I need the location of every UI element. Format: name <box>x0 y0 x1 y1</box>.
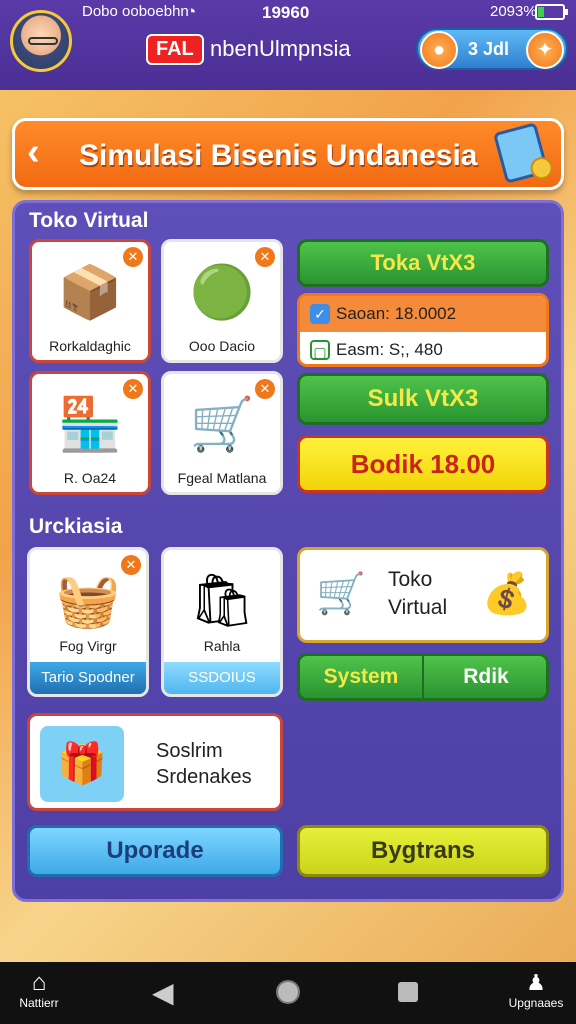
nav-home-label: Nattierr <box>19 996 59 1010</box>
rdik-button[interactable]: Rdik <box>426 656 546 698</box>
add-coins-icon[interactable]: ✦ <box>526 31 564 69</box>
stats-row-text: Easm: S;, 480 <box>336 340 443 359</box>
check-icon: ✓ <box>310 304 330 324</box>
toko-button[interactable]: Toka VtX3 <box>297 239 549 287</box>
coins-stack-icon: 💰 <box>482 572 532 616</box>
sulk-button[interactable]: Sulk VtX3 <box>297 373 549 425</box>
section-title-toko: Toko Virtual <box>29 209 149 232</box>
store-card-line: Virtual <box>388 596 448 619</box>
bygtrans-button[interactable]: Bygtrans <box>297 825 549 877</box>
tile-footer[interactable]: Tario Spodner <box>30 662 146 694</box>
store-card-line: Toko <box>388 568 433 591</box>
tile-footer[interactable]: SSDOIUS <box>164 662 280 694</box>
promo-card[interactable]: 🎁 Soslrim Srdenakes <box>27 713 283 811</box>
battery-icon <box>535 4 568 20</box>
shopping-cart-icon: 🛒 <box>316 572 366 616</box>
person-icon: ♟ <box>526 970 546 995</box>
wifi-icon: ◔ <box>186 2 197 21</box>
tile-caption: Fgeal Matlana <box>177 470 267 486</box>
product-tile[interactable]: ✕ 🛒 Fgeal Matlana <box>161 371 283 495</box>
carrier-text: Dobo ooboebhn <box>82 3 189 20</box>
bottom-nav: ⌂ Nattierr ◀ ♟ Upgnaaes <box>0 962 576 1024</box>
chevron-left-icon[interactable]: ‹ <box>27 131 40 174</box>
product-tile[interactable]: ✕ 📦 Rorkaldaghic <box>29 239 151 363</box>
nav-home-tab[interactable]: ⌂ Nattierr <box>14 969 64 1011</box>
app-title: nbenUlmpnsia <box>210 36 351 61</box>
coin-counter[interactable]: ● 3 Jdl ✦ <box>416 28 568 70</box>
shopping-cart-icon: 🛒 <box>189 396 255 454</box>
recent-apps-icon[interactable] <box>398 982 418 1002</box>
level-badge: FAL <box>146 34 204 65</box>
banner-title: Simulasi Bisenis Undanesia <box>79 139 478 172</box>
back-triangle-icon[interactable]: ◀ <box>152 976 174 1009</box>
tile-caption: Rahla <box>203 638 241 654</box>
stats-row: ▢ Easm: S;, 480 <box>300 332 546 368</box>
avatar[interactable] <box>10 10 72 72</box>
coin-value: 3 Jdl <box>468 39 510 59</box>
tile-caption: Ooo Dacio <box>188 338 256 354</box>
nav-upgrade-tab[interactable]: ♟ Upgnaaes <box>504 970 568 1010</box>
promo-card-line: Soslrim <box>156 740 223 762</box>
bodik-button[interactable]: Bodik 18.00 <box>297 435 549 493</box>
cart-stall-icon: 🛍 <box>188 572 255 630</box>
stats-row-text: Saoan: 18.0002 <box>336 304 457 323</box>
promo-card-line: Srdenakes <box>156 766 252 788</box>
split-button: System Rdik <box>297 653 549 701</box>
market-stall-icon: 🏪 <box>57 396 123 454</box>
title-banner: ‹ Simulasi Bisenis Undanesia <box>12 118 564 190</box>
product-tile[interactable]: 🛍 Rahla SSDOIUS <box>161 547 283 697</box>
vacuum-icon: 🟢 <box>189 264 255 322</box>
upgrade-button[interactable]: Uporade <box>27 825 283 877</box>
store-card[interactable]: 🛒 Toko Virtual 💰 <box>297 547 549 643</box>
product-tile[interactable]: ✕ 🧺 Fog Virgr Tario Spodner <box>27 547 149 697</box>
document-icon <box>493 122 556 184</box>
home-circle-icon[interactable] <box>276 980 300 1004</box>
coin-icon: ● <box>420 31 458 69</box>
gift-box-icon: 🎁 <box>40 726 124 802</box>
section-title-urckiasia: Urckiasia <box>29 515 123 538</box>
wallet-icon: ▢ <box>310 340 330 360</box>
nav-upgrade-label: Upgnaaes <box>508 996 564 1010</box>
tile-caption: Rorkaldaghic <box>49 338 131 354</box>
stats-card: ✓ Saoan: 18.0002 ▢ Easm: S;, 480 <box>297 293 549 367</box>
house-icon: ⌂ <box>31 969 47 996</box>
clock: 19960 <box>262 3 310 22</box>
product-tile[interactable]: ✕ 🟢 Ooo Dacio <box>161 239 283 363</box>
product-tile[interactable]: ✕ 🏪 R. Oa24 <box>29 371 151 495</box>
top-bar: Dobo ooboebhn ◔ 19960 2093% FAL nbenUlmp… <box>0 0 576 90</box>
stats-row: ✓ Saoan: 18.0002 <box>300 296 546 332</box>
crate-icon: 📦 <box>57 264 123 322</box>
tile-caption: R. Oa24 <box>63 470 117 486</box>
battery-percent: 2093% <box>490 3 537 20</box>
main-panel: Toko Virtual ✕ 📦 Rorkaldaghic ✕ 🟢 Ooo Da… <box>12 200 564 902</box>
system-button[interactable]: System <box>300 656 424 698</box>
basket-icon: 🧺 <box>55 572 121 630</box>
tile-caption: Fog Virgr <box>59 638 117 654</box>
